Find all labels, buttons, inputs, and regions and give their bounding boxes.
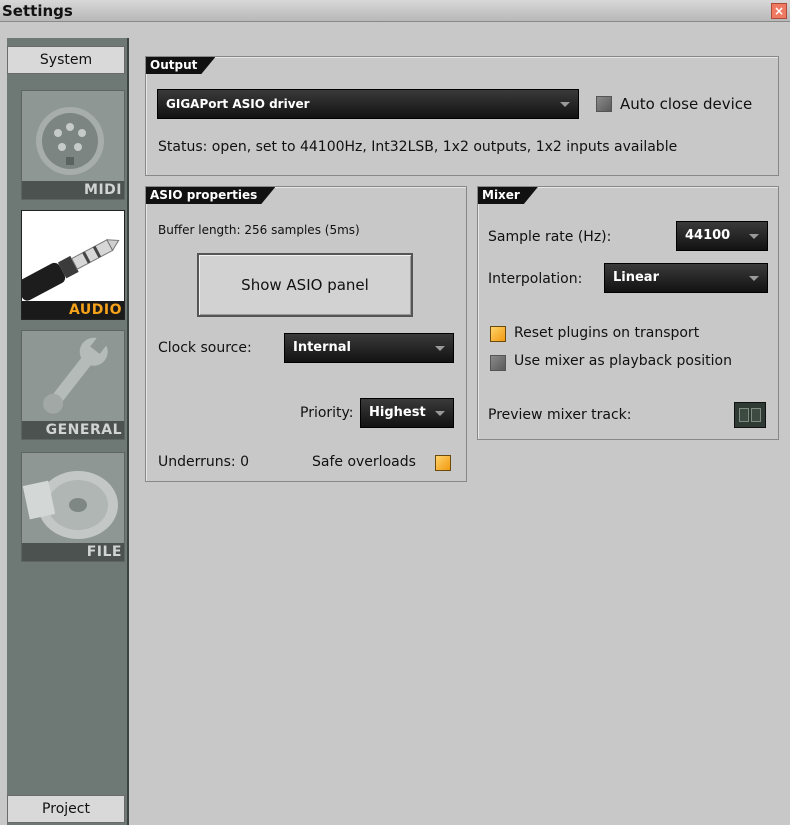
output-driver-select[interactable]: GIGAPort ASIO driver [157, 89, 579, 119]
underruns-text: Underruns: 0 [158, 454, 249, 470]
auto-close-label: Auto close device [620, 95, 753, 113]
priority-select[interactable]: Highest [360, 398, 454, 428]
tab-system[interactable]: System [7, 46, 125, 74]
sidebar-item-general[interactable]: GENERAL [21, 330, 125, 440]
tab-project[interactable]: Project [7, 795, 125, 823]
sidebar: System MIDI AUDIO GENERAL FILE Project [7, 38, 129, 825]
preview-mixer-track-label: Preview mixer track: [488, 407, 632, 423]
close-icon: × [773, 4, 785, 18]
sidebar-item-label: AUDIO [22, 301, 124, 319]
mixer-heading: Mixer [478, 187, 538, 204]
reset-plugins-label: Reset plugins on transport [514, 325, 700, 341]
priority-label: Priority: [300, 405, 354, 421]
clock-source-label: Clock source: [158, 340, 252, 356]
output-driver-value: GIGAPort ASIO driver [166, 97, 310, 111]
chevron-down-icon [435, 411, 445, 416]
chevron-down-icon [749, 276, 759, 281]
window-title: Settings [2, 2, 73, 20]
buffer-length-text: Buffer length: 256 samples (5ms) [158, 223, 360, 237]
priority-value: Highest [369, 405, 426, 420]
interpolation-label: Interpolation: [488, 271, 583, 287]
wrench-icon [22, 331, 124, 423]
close-button[interactable]: × [771, 3, 787, 19]
disc-icon [22, 453, 124, 545]
sidebar-item-label: MIDI [22, 181, 124, 199]
chevron-down-icon [749, 234, 759, 239]
sidebar-item-label: GENERAL [22, 421, 124, 439]
chevron-down-icon [560, 102, 570, 107]
interpolation-value: Linear [613, 270, 659, 285]
show-asio-panel-button[interactable]: Show ASIO panel [197, 253, 413, 317]
asio-properties-panel: ASIO properties Buffer length: 256 sampl… [145, 186, 467, 482]
reset-plugins-checkbox[interactable] [490, 326, 506, 342]
title-bar: Settings × [0, 0, 790, 22]
sample-rate-label: Sample rate (Hz): [488, 229, 612, 245]
sidebar-item-file[interactable]: FILE [21, 452, 125, 562]
track-digit-segment [739, 408, 749, 422]
safe-overloads-checkbox[interactable] [435, 455, 451, 471]
auto-close-checkbox[interactable] [596, 96, 612, 112]
audio-jack-icon [22, 211, 124, 303]
midi-connector-icon [22, 91, 124, 183]
output-heading: Output [146, 57, 215, 74]
sample-rate-select[interactable]: 44100 [676, 221, 768, 251]
sidebar-item-audio[interactable]: AUDIO [21, 210, 125, 320]
sidebar-item-label: FILE [22, 543, 124, 561]
track-digit-segment [751, 408, 761, 422]
output-panel: Output GIGAPort ASIO driver Auto close d… [145, 56, 779, 176]
mixer-panel: Mixer Sample rate (Hz): 44100 Interpolat… [477, 186, 779, 440]
safe-overloads-label: Safe overloads [312, 454, 416, 470]
use-mixer-playback-label: Use mixer as playback position [514, 353, 732, 369]
clock-source-value: Internal [293, 340, 352, 355]
sidebar-item-midi[interactable]: MIDI [21, 90, 125, 200]
preview-mixer-track-selector[interactable]: -- [734, 402, 766, 428]
asio-heading: ASIO properties [146, 187, 275, 204]
output-status: Status: open, set to 44100Hz, Int32LSB, … [158, 139, 678, 155]
sample-rate-value: 44100 [685, 228, 731, 243]
use-mixer-playback-checkbox[interactable] [490, 355, 506, 371]
interpolation-select[interactable]: Linear [604, 263, 768, 293]
clock-source-select[interactable]: Internal [284, 333, 454, 363]
chevron-down-icon [435, 346, 445, 351]
